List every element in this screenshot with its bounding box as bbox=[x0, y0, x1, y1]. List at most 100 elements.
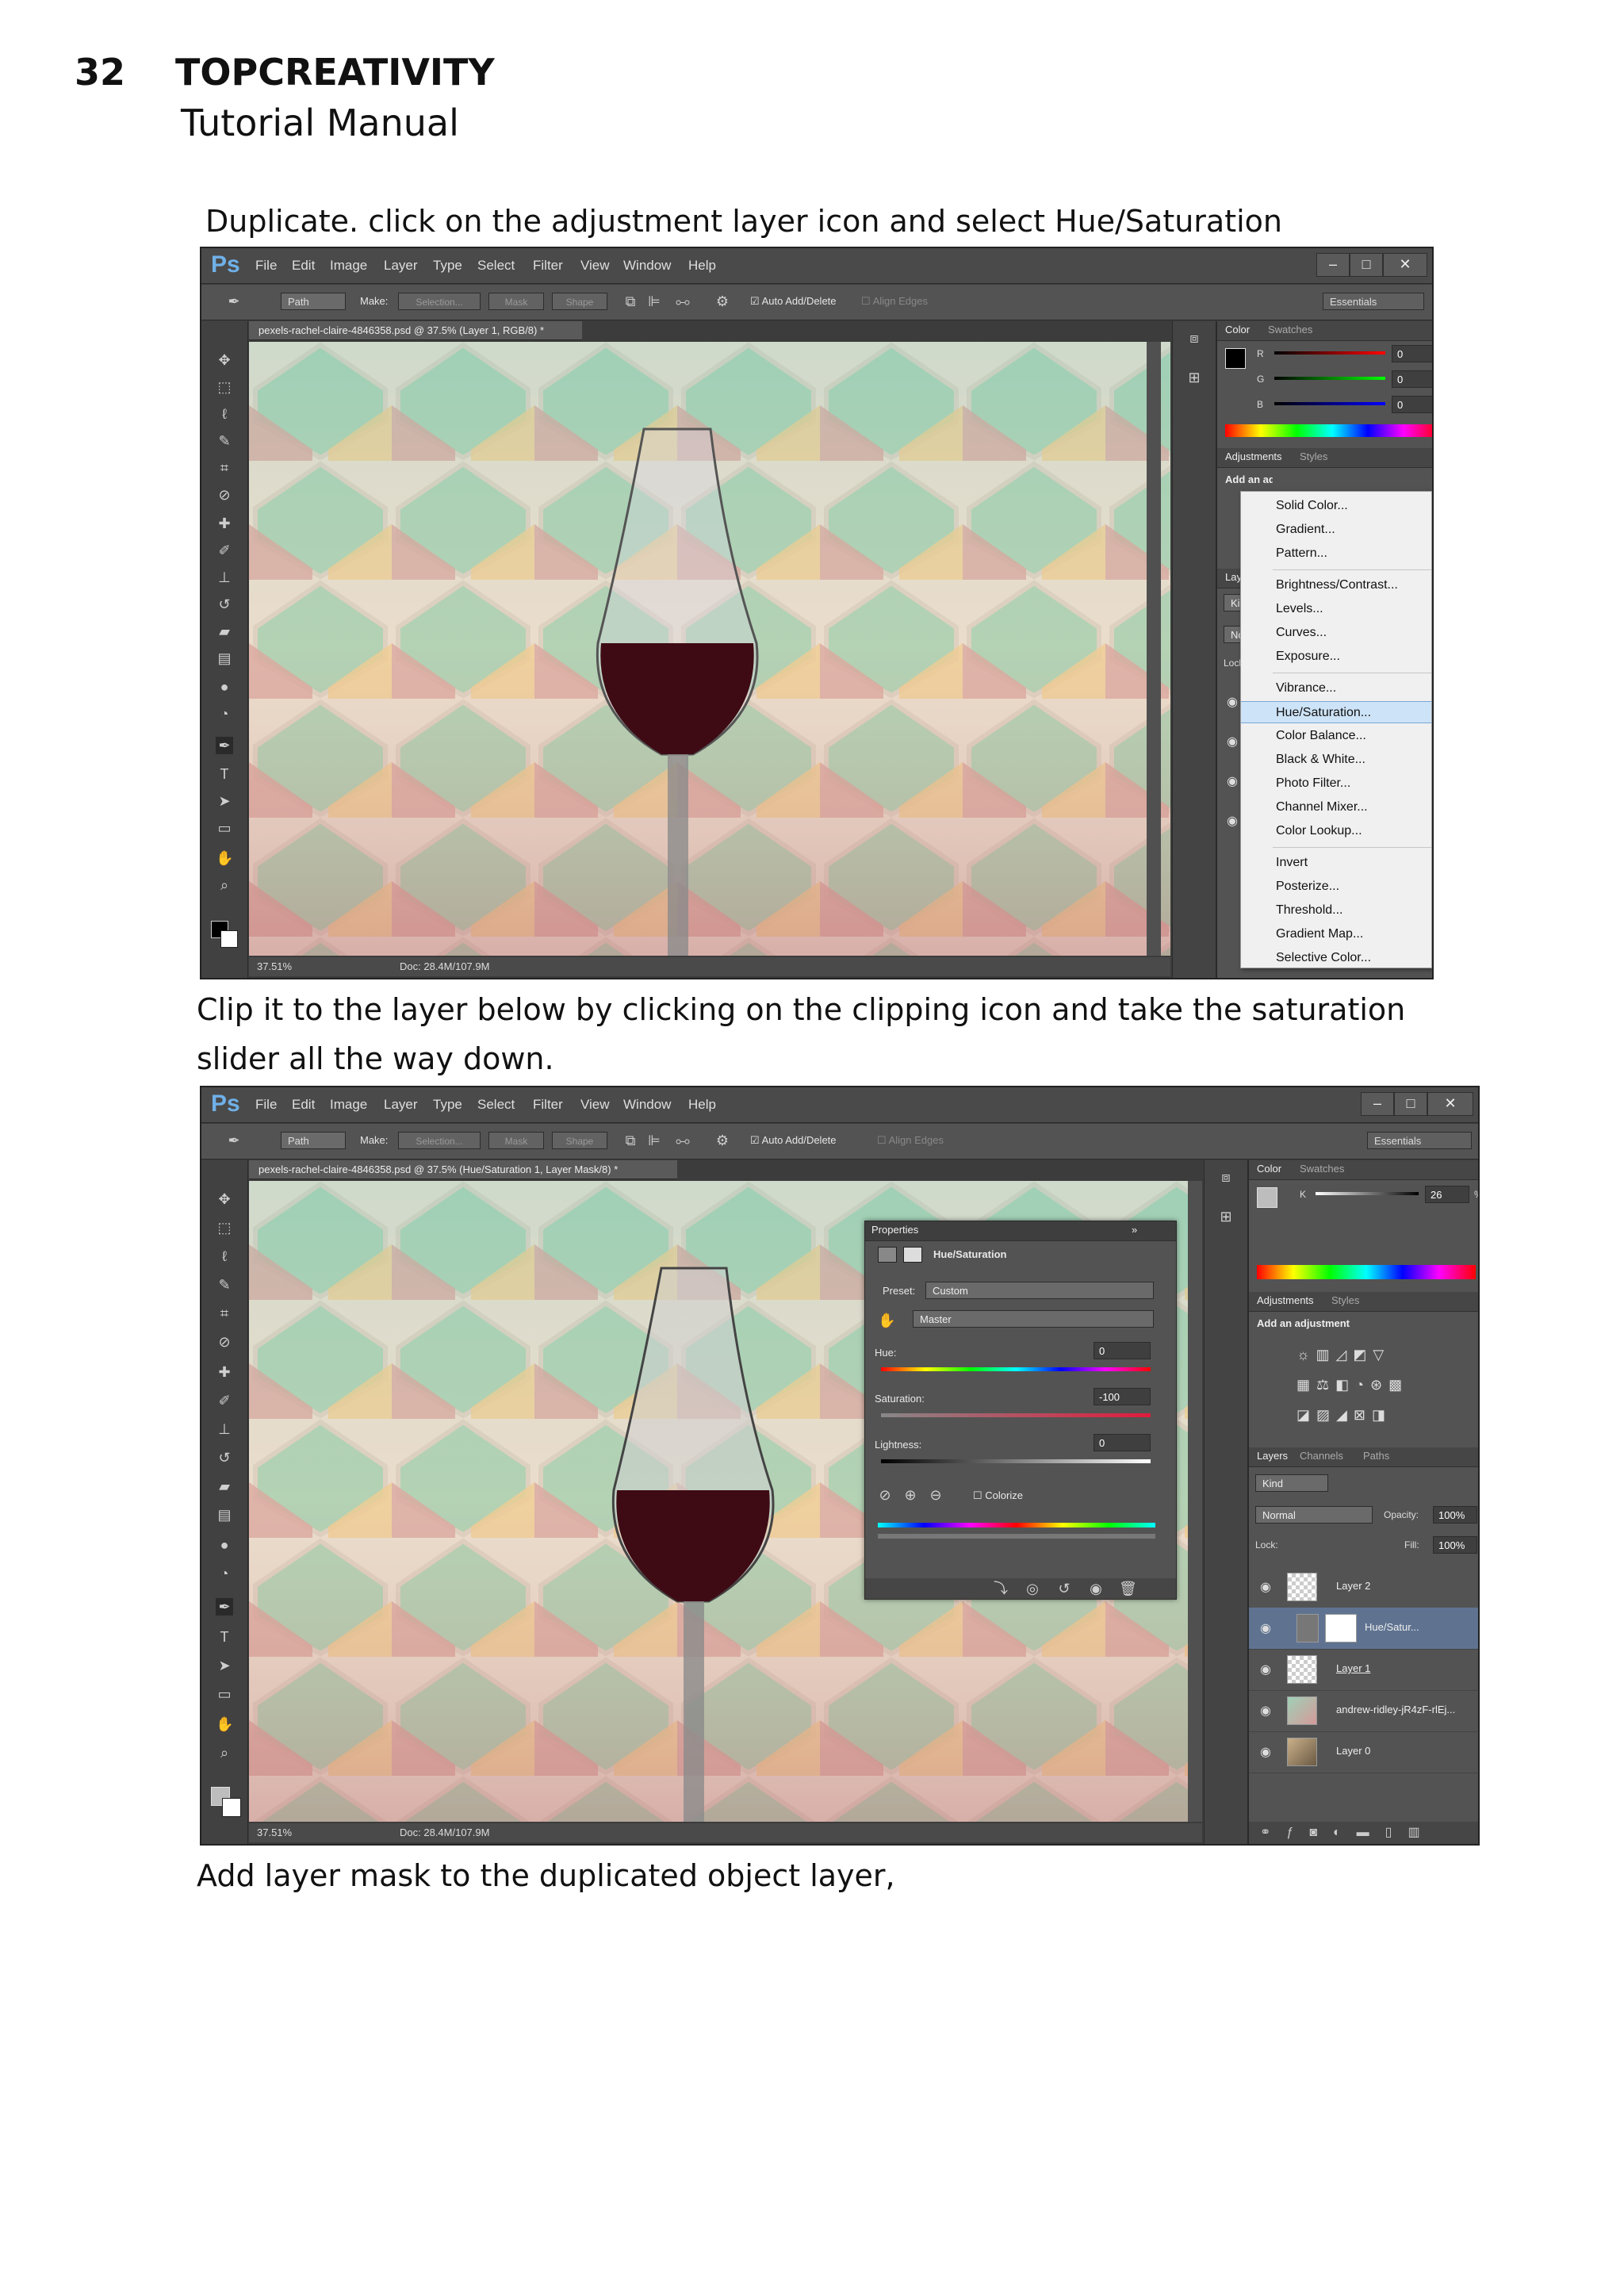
eye-icon[interactable]: ◉ bbox=[1227, 734, 1238, 749]
preset-select[interactable]: Custom bbox=[925, 1282, 1154, 1299]
gradient-tool-icon[interactable]: ▤ bbox=[216, 650, 233, 667]
menu-file[interactable]: File bbox=[255, 1097, 277, 1113]
path-operations-icon[interactable]: ⧉ bbox=[622, 293, 639, 310]
eye-icon[interactable]: ◉ bbox=[1260, 1620, 1271, 1636]
tab-color[interactable]: Color bbox=[1225, 321, 1250, 339]
type-tool-icon[interactable]: T bbox=[216, 1628, 233, 1646]
auto-add-delete-checkbox[interactable]: ☑ Auto Add/Delete bbox=[750, 295, 837, 308]
align-edges-checkbox[interactable]: ☐ Align Edges bbox=[861, 295, 928, 308]
red-slider[interactable] bbox=[1274, 351, 1385, 355]
black-white-icon[interactable]: ◧ bbox=[1335, 1377, 1355, 1393]
selective-color-icon[interactable]: ◨ bbox=[1372, 1407, 1392, 1423]
brush-tool-icon[interactable]: ✐ bbox=[216, 1392, 233, 1409]
hand-tool-icon[interactable]: ✋ bbox=[216, 849, 233, 867]
history-brush-icon[interactable]: ↺ bbox=[216, 596, 233, 613]
tab-swatches[interactable]: Swatches bbox=[1268, 321, 1312, 339]
layer-row-hue-saturation[interactable]: ◉ Hue/Satur... bbox=[1249, 1608, 1478, 1650]
lightness-value[interactable]: 0 bbox=[1094, 1434, 1151, 1451]
blur-tool-icon[interactable]: ● bbox=[216, 1536, 233, 1554]
add-mask-icon[interactable]: ◙ bbox=[1309, 1826, 1333, 1839]
menu-filter[interactable]: Filter bbox=[533, 1097, 563, 1113]
menu-image[interactable]: Image bbox=[330, 1097, 367, 1113]
tab-styles[interactable]: Styles bbox=[1331, 1292, 1359, 1309]
context-menu-item[interactable]: Black & White... bbox=[1241, 749, 1431, 771]
eyedropper-tool-icon[interactable]: ⊘ bbox=[216, 486, 233, 504]
trash-icon[interactable]: ▥ bbox=[1408, 1826, 1435, 1839]
gear-icon[interactable]: ⚙ bbox=[714, 293, 731, 310]
eye-icon[interactable]: ◉ bbox=[1260, 1662, 1271, 1677]
path-alignment-icon[interactable]: ⊫ bbox=[645, 1132, 663, 1149]
green-value[interactable]: 0 bbox=[1392, 370, 1432, 388]
document-tab[interactable]: pexels-rachel-claire-4846358.psd @ 37.5%… bbox=[249, 1160, 677, 1179]
menu-help[interactable]: Help bbox=[688, 258, 716, 274]
minimize-icon[interactable]: – bbox=[1361, 1092, 1394, 1116]
hue-saturation-icon[interactable]: ▦ bbox=[1297, 1377, 1316, 1393]
menu-layer[interactable]: Layer bbox=[384, 1097, 418, 1113]
context-menu-item[interactable]: Exposure... bbox=[1241, 646, 1431, 668]
pen-tool-active-icon[interactable]: ✒ bbox=[216, 1598, 233, 1616]
menu-window[interactable]: Window bbox=[623, 1097, 671, 1113]
levels-icon[interactable]: ▥ bbox=[1316, 1347, 1336, 1363]
stamp-tool-icon[interactable]: ⊥ bbox=[216, 569, 233, 586]
menu-file[interactable]: File bbox=[255, 258, 277, 274]
pen-tool-icon[interactable]: ✒ bbox=[225, 1132, 243, 1149]
lasso-tool-icon[interactable]: ℓ bbox=[216, 1248, 233, 1265]
trash-icon[interactable]: 🗑 bbox=[1119, 1580, 1137, 1597]
k-slider[interactable] bbox=[1316, 1192, 1419, 1195]
channel-mixer-icon[interactable]: ⊛ bbox=[1370, 1377, 1388, 1393]
menu-help[interactable]: Help bbox=[688, 1097, 716, 1113]
context-menu-item[interactable]: Hue/Saturation... bbox=[1241, 701, 1431, 723]
pen-mode-select[interactable]: Path bbox=[281, 1132, 346, 1149]
saturation-value[interactable]: -100 bbox=[1094, 1388, 1151, 1405]
new-layer-icon[interactable]: ▯ bbox=[1385, 1826, 1408, 1839]
new-adjustment-icon[interactable]: ◐ bbox=[1333, 1826, 1357, 1839]
dodge-tool-icon[interactable]: ◔ bbox=[216, 1565, 233, 1582]
context-menu-item[interactable]: Brightness/Contrast... bbox=[1241, 574, 1431, 596]
posterize-icon[interactable]: ▨ bbox=[1316, 1407, 1336, 1423]
layer-mask-icon[interactable] bbox=[903, 1247, 922, 1263]
collapse-panel-icon[interactable]: » bbox=[1132, 1221, 1137, 1239]
tab-adjustments[interactable]: Adjustments bbox=[1225, 448, 1282, 466]
shape-tool-icon[interactable]: ▭ bbox=[216, 819, 233, 837]
zoom-tool-icon[interactable]: ⌕ bbox=[216, 1744, 233, 1761]
context-menu-item[interactable]: Channel Mixer... bbox=[1241, 796, 1431, 818]
eye-icon[interactable]: ◉ bbox=[1260, 1703, 1271, 1719]
context-menu-item[interactable]: Curves... bbox=[1241, 622, 1431, 644]
path-arrangement-icon[interactable]: ⧟ bbox=[674, 293, 691, 310]
close-icon[interactable]: ✕ bbox=[1383, 253, 1427, 277]
pen-tool-icon[interactable]: ✒ bbox=[225, 293, 243, 310]
move-tool-icon[interactable]: ✥ bbox=[216, 1190, 233, 1208]
menu-image[interactable]: Image bbox=[330, 258, 367, 274]
menu-select[interactable]: Select bbox=[477, 1097, 515, 1113]
pen-mode-select[interactable]: Path bbox=[281, 293, 346, 310]
blur-tool-icon[interactable]: ● bbox=[216, 678, 233, 696]
path-arrangement-icon[interactable]: ⧟ bbox=[674, 1132, 691, 1149]
new-group-icon[interactable]: ▬ bbox=[1357, 1826, 1385, 1839]
background-color-swatch[interactable] bbox=[220, 930, 238, 948]
curves-icon[interactable]: ◿ bbox=[1336, 1347, 1354, 1363]
healing-tool-icon[interactable]: ✚ bbox=[216, 1363, 233, 1381]
history-panel-icon[interactable]: ⧈ bbox=[1217, 1168, 1235, 1186]
brush-tool-icon[interactable]: ✐ bbox=[216, 542, 233, 559]
history-panel-icon[interactable]: ⧈ bbox=[1185, 329, 1203, 347]
saturation-slider[interactable] bbox=[881, 1413, 1151, 1417]
color-balance-icon[interactable]: ⚖ bbox=[1316, 1377, 1335, 1393]
color-foreground-swatch[interactable] bbox=[1257, 1187, 1277, 1208]
context-menu-item[interactable]: Solid Color... bbox=[1241, 495, 1431, 517]
align-edges-checkbox[interactable]: ☐ Align Edges bbox=[877, 1134, 944, 1147]
close-icon[interactable]: ✕ bbox=[1427, 1092, 1473, 1116]
make-selection-button[interactable]: Selection... bbox=[398, 293, 481, 310]
crop-tool-icon[interactable]: ⌗ bbox=[216, 459, 233, 477]
eyedropper-tool-icon[interactable]: ⊘ bbox=[216, 1333, 233, 1351]
make-mask-button[interactable]: Mask bbox=[488, 1132, 544, 1149]
make-mask-button[interactable]: Mask bbox=[488, 293, 544, 310]
document-tab[interactable]: pexels-rachel-claire-4846358.psd @ 37.5%… bbox=[249, 321, 582, 340]
hand-tool-icon[interactable]: ✋ bbox=[216, 1715, 233, 1733]
menu-view[interactable]: View bbox=[580, 258, 610, 274]
move-tool-icon[interactable]: ✥ bbox=[216, 351, 233, 369]
make-selection-button[interactable]: Selection... bbox=[398, 1132, 481, 1149]
reset-icon[interactable]: ↺ bbox=[1055, 1580, 1073, 1597]
context-menu-item[interactable]: Gradient... bbox=[1241, 519, 1431, 541]
context-menu-item[interactable]: Pattern... bbox=[1241, 542, 1431, 565]
hue-slider[interactable] bbox=[881, 1367, 1151, 1371]
